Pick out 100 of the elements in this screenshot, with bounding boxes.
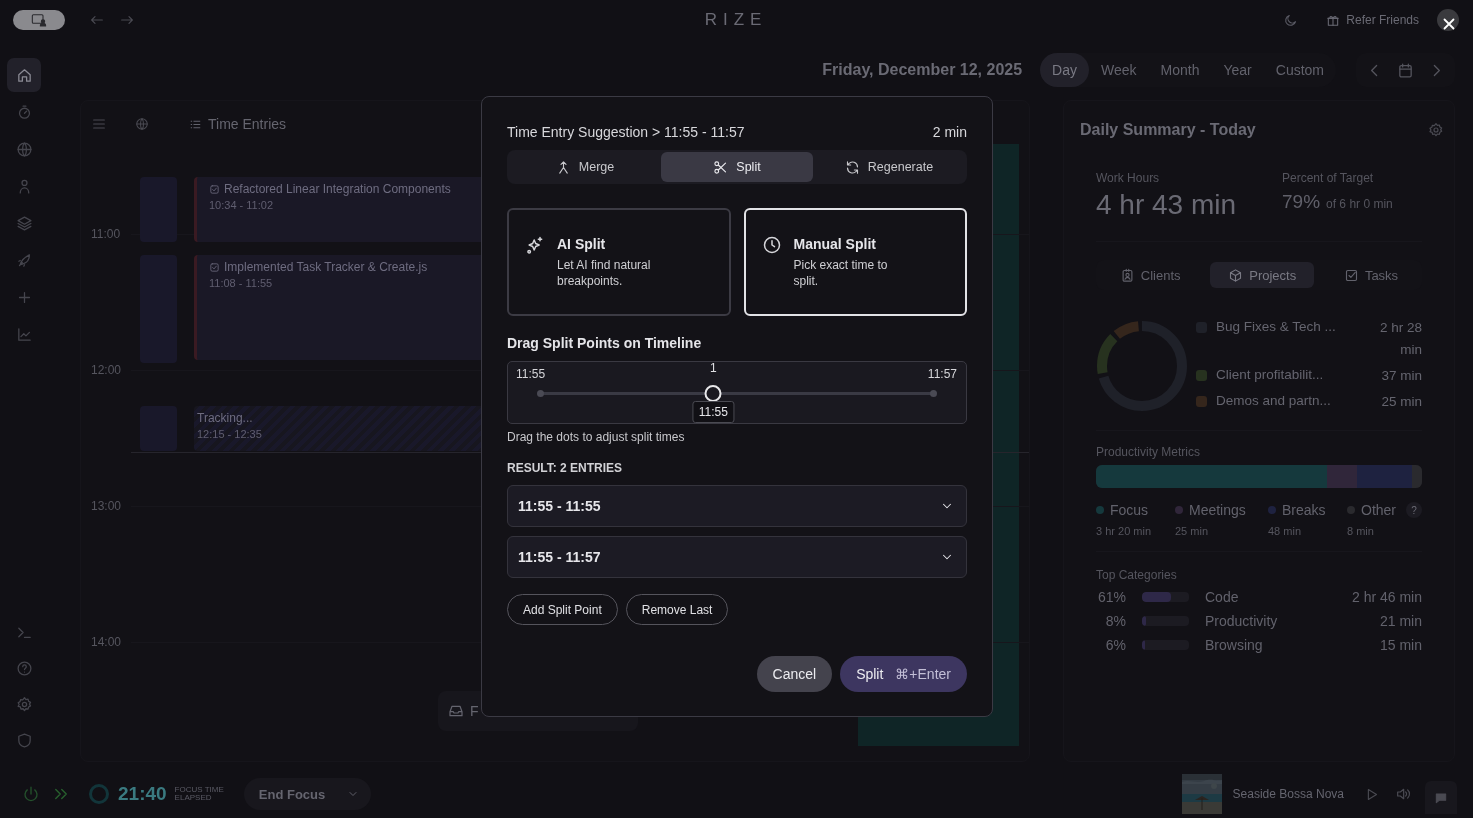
- option-description: Let AI find natural breakpoints.: [557, 257, 652, 289]
- action-tab[interactable]: Regenerate: [813, 152, 965, 182]
- action-tab[interactable]: Merge: [509, 152, 661, 182]
- volume-icon[interactable]: [1395, 786, 1411, 802]
- action-tab[interactable]: Split: [661, 152, 813, 182]
- moon-icon[interactable]: [1283, 12, 1299, 28]
- rocket-icon: [15, 251, 33, 269]
- line-chart-icon: [15, 325, 33, 343]
- split-point-label: 1: [710, 361, 717, 375]
- project-name: Client profitabilit...: [1216, 367, 1325, 382]
- menu-icon[interactable]: [91, 116, 107, 132]
- refresh-icon: [844, 159, 860, 175]
- inbox-icon: [448, 703, 464, 719]
- calendar-icon[interactable]: [1397, 61, 1414, 79]
- legend-value: 48 min: [1268, 525, 1303, 537]
- split-option-card[interactable]: AI Split Let AI find natural breakpoints.: [507, 208, 731, 316]
- home-icon: [15, 66, 33, 84]
- project-time: 37 min: [1380, 367, 1422, 385]
- entry-title: Implemented Task Tracker & Create.js: [209, 260, 428, 274]
- result-heading: RESULT: 2 ENTRIES: [507, 461, 624, 475]
- end-time: 11:57: [927, 367, 957, 381]
- stat-label: Work Hours: [1096, 171, 1161, 185]
- app-title: RIZE: [704, 10, 768, 30]
- category-percent: 61%: [1096, 589, 1126, 605]
- option-description: Pick exact time to split.: [793, 257, 889, 289]
- start-time: 11:55: [516, 367, 546, 381]
- scissors-icon: [713, 159, 729, 175]
- category-name: Code: [1205, 589, 1240, 605]
- timer-value: 21:40: [118, 783, 167, 805]
- category-name: Browsing: [1205, 637, 1264, 653]
- shield-icon: [15, 731, 33, 749]
- entry-title: Tracking...: [197, 411, 253, 425]
- cancel-button[interactable]: Cancel: [756, 656, 833, 692]
- timer-caption: ELAPSED: [174, 794, 213, 802]
- time-tooltip: 11:55: [692, 401, 734, 423]
- category-percent: 8%: [1104, 613, 1126, 629]
- hour-label: 11:00: [91, 227, 122, 241]
- split-button[interactable]: Split ⌘+Enter: [840, 656, 967, 692]
- hour-label: 13:00: [91, 499, 123, 513]
- time-entries-title: Time Entries: [189, 116, 287, 132]
- project-name: Demos and partn...: [1216, 393, 1332, 408]
- category-percent: 6%: [1104, 637, 1126, 653]
- globe-icon: [15, 140, 33, 158]
- section-title: Top Categories: [1096, 568, 1178, 582]
- stat-value: 79%: [1282, 191, 1321, 213]
- legend-value: 3 hr 20 min: [1096, 525, 1153, 537]
- checkbox-icon: [1343, 267, 1359, 283]
- cube-icon: [1228, 267, 1244, 283]
- progress-ring: [88, 783, 110, 805]
- project-time: 25 min: [1380, 393, 1422, 411]
- summary-tab[interactable]: Projects: [1210, 262, 1315, 288]
- settings-icon[interactable]: [1428, 122, 1444, 138]
- entry-time: 11:08 - 11:55: [209, 277, 273, 289]
- range-tab[interactable]: Day: [1040, 53, 1089, 87]
- clock-icon: [761, 235, 782, 255]
- entry-time: 10:34 - 11:02: [209, 199, 273, 211]
- dialog-title: Time Entry Suggestion > 11:55 - 11:57: [507, 123, 745, 141]
- project-name: Bug Fixes & Tech ...: [1216, 319, 1337, 334]
- id-badge-icon: [1119, 267, 1135, 283]
- category-time: 21 min: [1379, 613, 1422, 629]
- sidebar-item[interactable]: [7, 58, 41, 92]
- legend-value: 8 min: [1347, 525, 1375, 537]
- globe-icon[interactable]: [135, 117, 149, 131]
- option-title: Manual Split: [793, 235, 877, 253]
- summary-title: Daily Summary - Today: [1080, 121, 1256, 139]
- legend-label: Other: [1361, 502, 1396, 518]
- timer-caption: FOCUS TIME: [174, 786, 224, 794]
- stat-value: 4 hr 43 min: [1096, 189, 1238, 221]
- category-time: 2 hr 46 min: [1351, 589, 1422, 605]
- screen-share-button[interactable]: [13, 10, 65, 30]
- category-time: 15 min: [1379, 637, 1422, 653]
- hour-label: 12:00: [91, 363, 123, 377]
- section-heading: Drag Split Points on Timeline: [507, 335, 703, 351]
- duration-label: 2 min: [932, 123, 967, 141]
- sparkles-icon: [525, 235, 545, 255]
- track-title: Seaside Bossa Nova: [1232, 787, 1344, 801]
- gift-icon: [1326, 13, 1341, 27]
- power-icon[interactable]: [22, 785, 40, 803]
- chat-button[interactable]: [1425, 781, 1457, 814]
- split-option-card[interactable]: Manual Split Pick exact time to split.: [743, 208, 967, 316]
- legend-label: Breaks: [1282, 502, 1326, 518]
- checkbox-icon: [209, 261, 220, 273]
- time-range-dropdown[interactable]: 11:55 - 11:55: [507, 485, 967, 527]
- legend-label: Meetings: [1189, 502, 1246, 518]
- date-label: Friday, December 12, 2025: [822, 61, 1023, 79]
- option-title: AI Split: [557, 235, 607, 253]
- entry-title: Refactored Linear Integration Components: [209, 182, 451, 196]
- section-title: Productivity Metrics: [1096, 445, 1202, 459]
- hour-label: 14:00: [91, 635, 123, 649]
- layers-icon: [15, 214, 33, 232]
- legend-label: Focus: [1110, 502, 1149, 518]
- stat-detail: of 6 hr 0 min: [1326, 197, 1393, 211]
- time-range-dropdown[interactable]: 11:55 - 11:57: [507, 536, 967, 578]
- refer-friends-button[interactable]: Refer Friends: [1326, 13, 1419, 27]
- hint-text: Drag the dots to adjust split times: [507, 430, 686, 444]
- legend-value: 25 min: [1175, 525, 1210, 537]
- category-name: Productivity: [1205, 613, 1279, 629]
- chat-icon: [1434, 790, 1448, 805]
- project-time: 2 hr 28 min: [1378, 319, 1422, 359]
- screen-person-icon: [31, 12, 47, 28]
